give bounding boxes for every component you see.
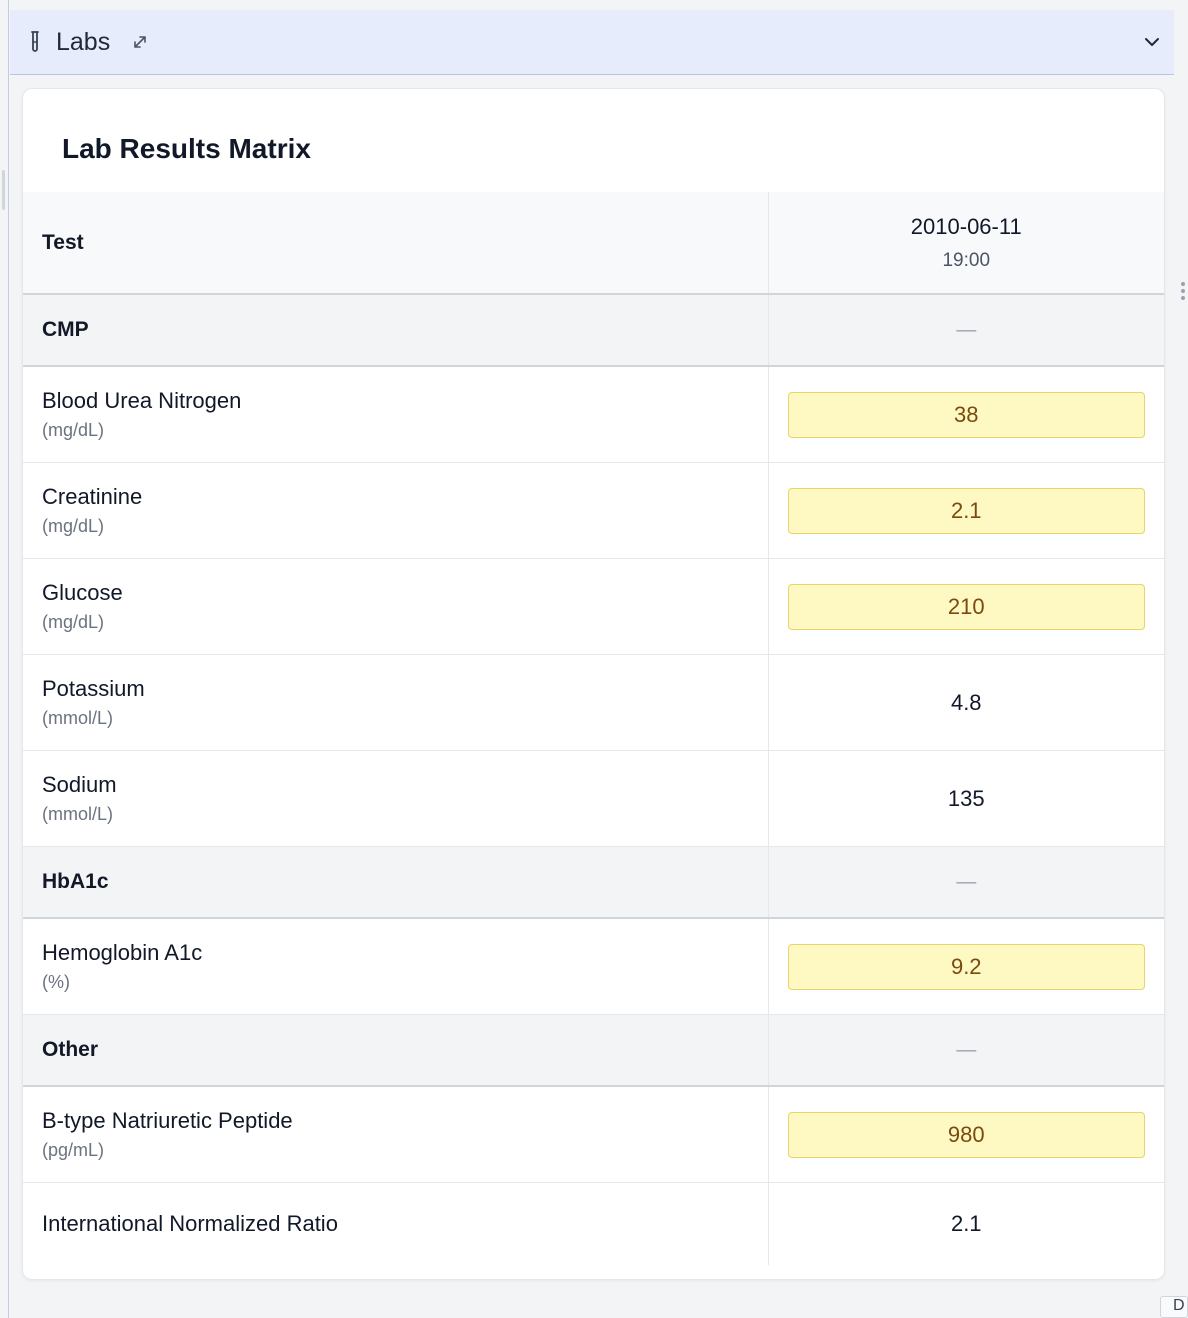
test-column-header: Test — [23, 192, 769, 295]
group-summary: — — [768, 294, 1164, 367]
expand-arrows-icon[interactable] — [130, 32, 150, 52]
test-unit: (mmol/L) — [42, 804, 113, 824]
table-row[interactable]: Creatinine (mg/dL) 2.1 — [23, 462, 1164, 559]
drag-handle-icon[interactable] — [1180, 282, 1186, 304]
table-row[interactable]: Glucose (mg/dL) 210 — [23, 558, 1164, 655]
test-unit: (mg/dL) — [42, 516, 105, 536]
test-name: Blood Urea Nitrogen — [42, 388, 242, 413]
group-row: CMP — — [23, 294, 1164, 367]
group-name: HbA1c — [23, 846, 769, 919]
test-value[interactable]: 2.1 — [768, 1183, 1164, 1266]
table-row[interactable]: B-type Natriuretic Peptide (pg/mL) 980 — [23, 1086, 1164, 1183]
test-name: B-type Natriuretic Peptide — [42, 1108, 293, 1133]
chevron-down-icon[interactable] — [1142, 32, 1162, 52]
panel-title: Labs — [56, 27, 111, 56]
test-name: Creatinine — [42, 484, 143, 509]
column-time: 19:00 — [942, 249, 991, 271]
table-header-row: Test 2010-06-11 19:00 — [23, 192, 1164, 295]
group-name: CMP — [23, 294, 769, 367]
lab-results-table: Test 2010-06-11 19:00 CMP — Blood Urea N… — [23, 192, 1164, 1265]
group-summary: — — [768, 1014, 1164, 1087]
card-title: Lab Results Matrix — [62, 133, 311, 164]
group-summary: — — [768, 846, 1164, 919]
abnormal-value-badge[interactable]: 980 — [787, 1111, 1145, 1158]
lab-results-card: Lab Results Matrix Test 2010-06-11 19:00… — [22, 88, 1165, 1280]
column-date: 2010-06-11 — [910, 213, 1022, 239]
top-strip — [10, 0, 1174, 10]
group-name: Other — [23, 1014, 769, 1087]
table-row[interactable]: Hemoglobin A1c (%) 9.2 — [23, 918, 1164, 1015]
test-name: Potassium — [42, 676, 145, 701]
group-row: HbA1c — — [23, 846, 1164, 919]
test-unit: (mg/dL) — [42, 420, 105, 440]
labs-panel-header[interactable]: Labs — [10, 10, 1174, 75]
test-value[interactable]: 4.8 — [768, 654, 1164, 751]
abnormal-value-badge[interactable]: 9.2 — [787, 943, 1145, 990]
abnormal-value-badge[interactable]: 38 — [787, 391, 1145, 438]
test-name: International Normalized Ratio — [42, 1211, 338, 1236]
test-name: Glucose — [42, 580, 123, 605]
left-border — [8, 0, 9, 1318]
test-name: Hemoglobin A1c — [42, 940, 203, 965]
test-unit: (mmol/L) — [42, 708, 113, 728]
cut-off-button[interactable]: D — [1160, 1296, 1188, 1318]
test-unit: (%) — [42, 972, 70, 992]
test-value[interactable]: 135 — [768, 750, 1164, 847]
table-row[interactable]: Potassium (mmol/L) 4.8 — [23, 654, 1164, 751]
resize-handle-left[interactable] — [2, 170, 5, 210]
test-unit: (mg/dL) — [42, 612, 105, 632]
abnormal-value-badge[interactable]: 210 — [787, 583, 1145, 630]
test-unit: (pg/mL) — [42, 1140, 105, 1160]
table-row[interactable]: Sodium (mmol/L) 135 — [23, 750, 1164, 847]
test-tube-icon — [28, 29, 42, 55]
table-row[interactable]: International Normalized Ratio 2.1 — [23, 1182, 1164, 1266]
test-name: Sodium — [42, 772, 117, 797]
abnormal-value-badge[interactable]: 2.1 — [787, 487, 1145, 534]
group-row: Other — — [23, 1014, 1164, 1087]
table-row[interactable]: Blood Urea Nitrogen (mg/dL) 38 — [23, 366, 1164, 463]
date-column-header[interactable]: 2010-06-11 19:00 — [768, 192, 1164, 295]
